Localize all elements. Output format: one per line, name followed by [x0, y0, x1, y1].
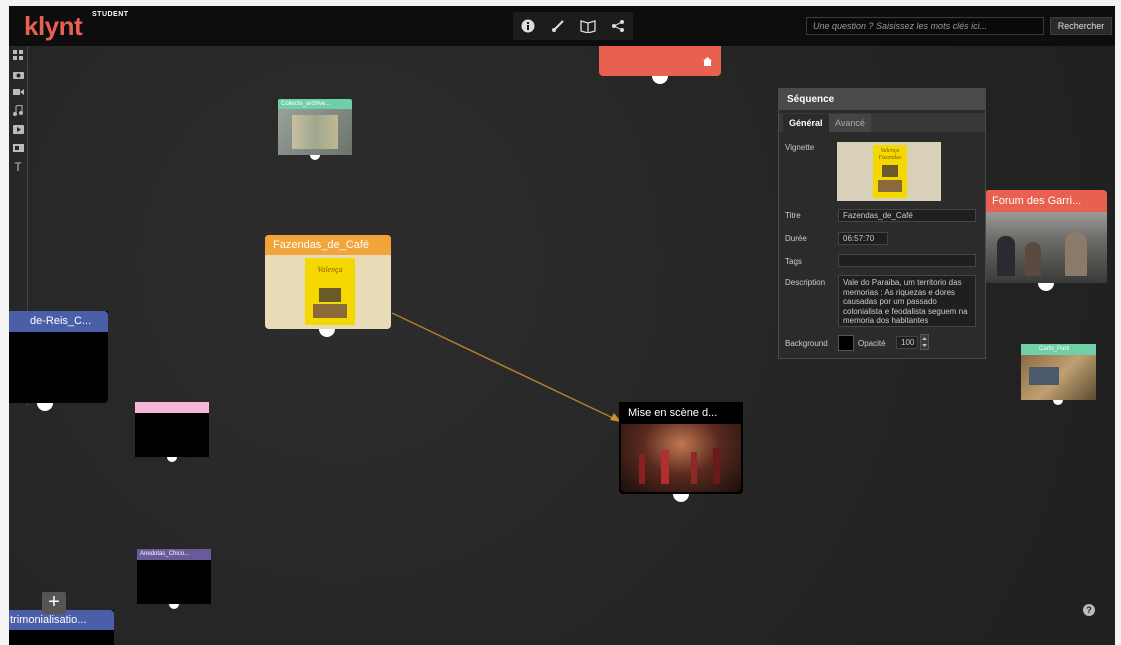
- search-input[interactable]: [806, 17, 1044, 35]
- node-thumbnail: [985, 212, 1107, 283]
- thumb-caption-1: Valença: [880, 148, 900, 154]
- node-fazendas-de-cafe[interactable]: Fazendas_de_Café Valença: [265, 235, 391, 337]
- node-title: Anedotas_Chico...: [137, 549, 211, 560]
- image-icon[interactable]: [11, 142, 25, 154]
- text-icon[interactable]: T: [11, 160, 25, 174]
- sequence-properties-panel: Séquence Général Avancé Vignette Valença…: [778, 88, 986, 359]
- brush-icon[interactable]: [548, 16, 568, 36]
- opacity-stepper[interactable]: [920, 334, 929, 350]
- tags-label: Tags: [785, 257, 802, 266]
- node-thumbnail: [1021, 355, 1096, 400]
- node-collecte-archive[interactable]: Collecte_archive...: [278, 99, 352, 160]
- node-pink[interactable]: [135, 402, 209, 462]
- node-thumbnail: [278, 109, 352, 155]
- node-top-red[interactable]: [599, 46, 721, 84]
- add-node-button[interactable]: +: [42, 592, 66, 614]
- background-color-swatch[interactable]: [838, 335, 854, 351]
- tab-avance[interactable]: Avancé: [829, 114, 871, 132]
- window-frame-left: [0, 0, 9, 645]
- background-label: Background: [785, 339, 828, 348]
- node-title: Forum des Garri...: [985, 190, 1107, 212]
- top-bar: klynt STUDENT Rechercher: [9, 6, 1115, 46]
- node-mise-en-scene[interactable]: Mise en scène d...: [619, 402, 743, 502]
- home-icon: [703, 53, 712, 66]
- node-title: [135, 402, 209, 413]
- grid-icon[interactable]: [11, 49, 25, 61]
- node-link-line[interactable]: [391, 312, 616, 420]
- opacity-label: Opacité: [858, 339, 886, 348]
- student-badge: STUDENT: [92, 11, 129, 18]
- node-title: de-Reis_C...: [9, 311, 108, 332]
- opacity-field[interactable]: 100: [896, 336, 918, 349]
- duree-label: Durée: [785, 234, 807, 243]
- node-title: Carto_Parti: [1021, 344, 1096, 355]
- description-field[interactable]: Vale do Paraiba, um territorio das memor…: [838, 275, 976, 327]
- node-forum-des-garri[interactable]: Forum des Garri...: [985, 190, 1107, 291]
- node-title: Mise en scène d...: [619, 402, 743, 424]
- tab-general[interactable]: Général: [783, 114, 829, 132]
- klynt-logo[interactable]: klynt: [24, 11, 83, 42]
- vignette-label: Vignette: [785, 143, 815, 152]
- tags-field[interactable]: [838, 254, 976, 267]
- node-carto-parti[interactable]: Carto_Parti: [1021, 344, 1096, 405]
- panel-tabs: Général Avancé: [779, 113, 985, 132]
- node-thumbnail: Valença: [305, 258, 355, 325]
- node-patrimonialisation[interactable]: trimonialisatio...: [9, 610, 114, 645]
- help-button[interactable]: ?: [1083, 604, 1095, 616]
- camera-icon[interactable]: [11, 68, 25, 80]
- node-de-reis[interactable]: de-Reis_C...: [9, 311, 108, 411]
- node-anedotas[interactable]: Anedotas_Chico...: [137, 549, 211, 609]
- thumb-caption: Valença: [317, 265, 343, 274]
- thumb-caption-2: Fazendas: [878, 155, 902, 161]
- node-title: Collecte_archive...: [278, 99, 352, 109]
- main-toolbar: [513, 12, 633, 40]
- description-label: Description: [785, 278, 826, 287]
- titre-field[interactable]: Fazendas_de_Café: [838, 209, 976, 222]
- info-icon[interactable]: [518, 16, 538, 36]
- vignette-thumbnail[interactable]: Valença Fazendas: [837, 142, 941, 201]
- titre-label: Titre: [785, 211, 801, 220]
- node-thumbnail: [621, 424, 741, 492]
- book-icon[interactable]: [578, 16, 598, 36]
- music-icon[interactable]: [11, 104, 25, 116]
- video-camera-icon[interactable]: [11, 86, 25, 98]
- node-title: Fazendas_de_Café: [265, 235, 391, 255]
- search-button[interactable]: Rechercher: [1050, 17, 1112, 35]
- window-frame-right: [1115, 0, 1121, 645]
- play-icon[interactable]: [11, 123, 25, 135]
- panel-title: Séquence: [779, 89, 985, 110]
- duree-field[interactable]: 06:57:70: [838, 232, 888, 245]
- share-icon[interactable]: [608, 16, 628, 36]
